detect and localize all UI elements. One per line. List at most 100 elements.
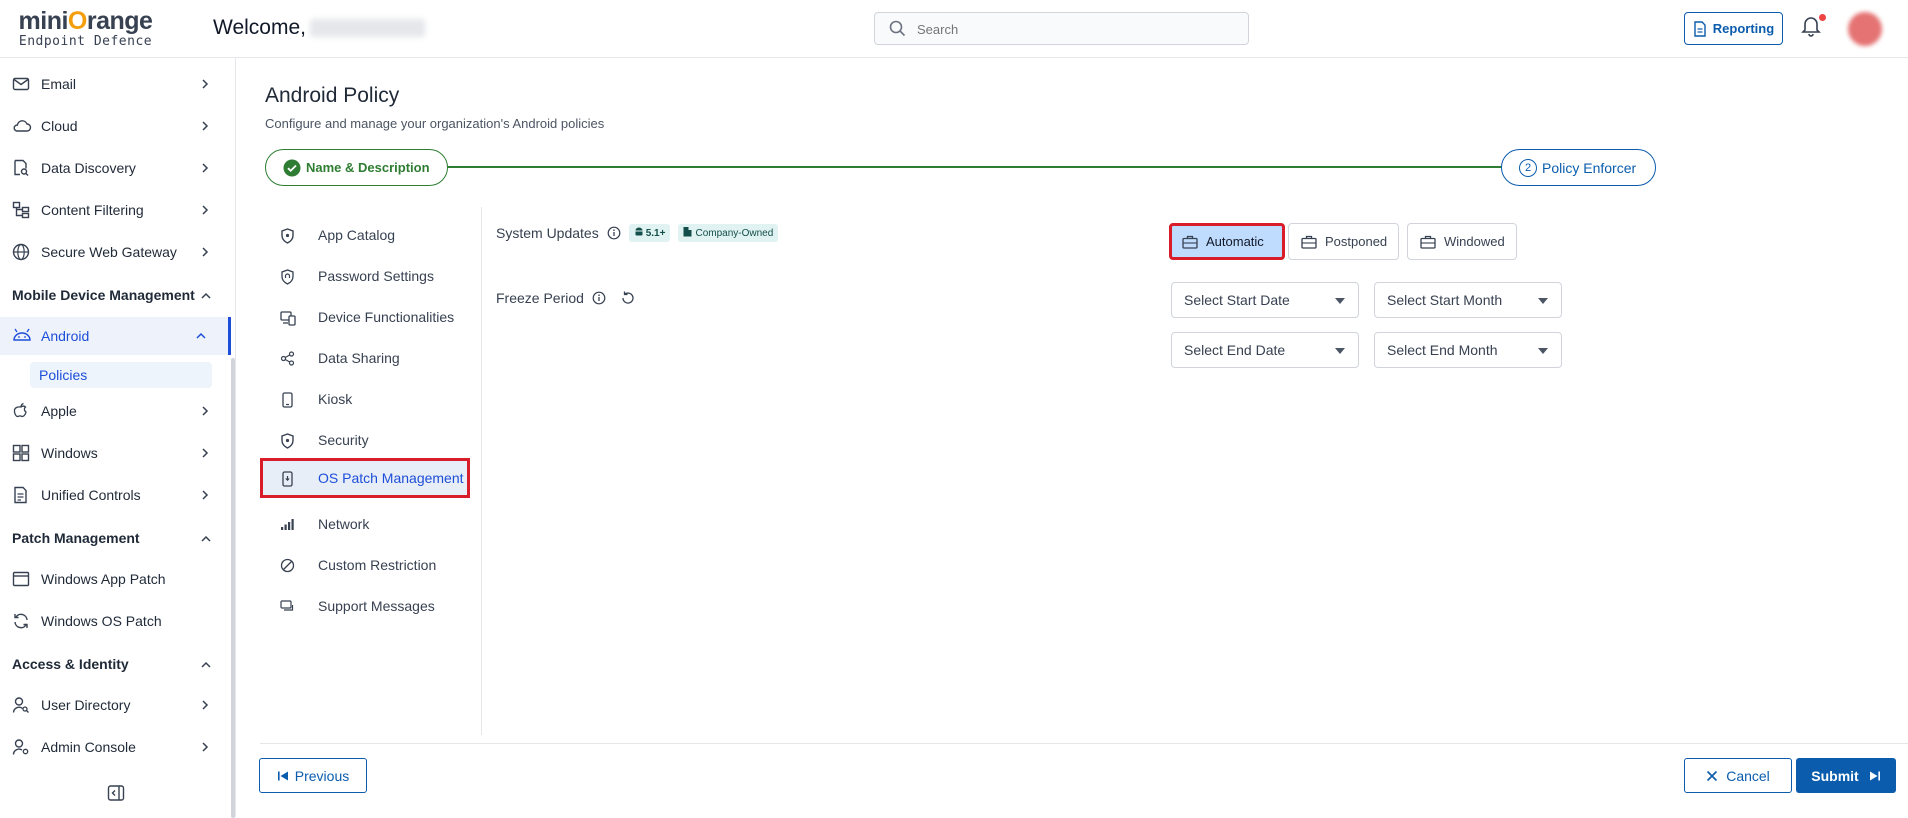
sidebar-item-user-directory[interactable]: User Directory <box>0 686 228 724</box>
briefcase-icon <box>1420 235 1436 249</box>
policy-menu-label: OS Patch Management <box>318 470 464 486</box>
policy-menu-label: Security <box>318 432 369 448</box>
sidebar-item-secure-web-gateway[interactable]: Secure Web Gateway <box>0 233 228 271</box>
select-start-month[interactable]: Select Start Month <box>1374 282 1562 318</box>
sidebar-item-admin-console[interactable]: Admin Console <box>0 728 228 766</box>
sidebar-item-label: User Directory <box>41 697 131 713</box>
policy-menu-custom-restriction[interactable]: Custom Restriction <box>260 545 470 585</box>
android-robot-icon <box>634 226 644 240</box>
section-label: Mobile Device Management <box>12 287 195 303</box>
sidebar-item-email[interactable]: Email <box>0 65 228 103</box>
sidebar-item-windows[interactable]: Windows <box>0 434 228 472</box>
select-end-date[interactable]: Select End Date <box>1171 332 1359 368</box>
search-box[interactable] <box>874 12 1249 45</box>
policy-menu-label: App Catalog <box>318 227 396 243</box>
check-circle-icon <box>283 159 301 177</box>
search-icon <box>889 20 906 37</box>
policy-menu-label: Custom Restriction <box>318 557 437 573</box>
chevron-up-icon <box>200 532 212 548</box>
step-policy-enforcer[interactable]: 2 Policy Enforcer <box>1501 149 1656 186</box>
fingerprint-icon <box>280 269 295 285</box>
sidebar-item-data-discovery[interactable]: Data Discovery <box>0 149 228 187</box>
policy-menu-label: Network <box>318 516 370 532</box>
share-icon <box>280 351 295 366</box>
section-label: Access & Identity <box>12 656 129 672</box>
chevron-up-icon <box>200 289 212 305</box>
system-updates-row: System Updates 5.1+ Company-Owned <box>496 224 779 242</box>
policy-menu-label: Password Settings <box>318 268 434 284</box>
previous-label: Previous <box>294 767 350 784</box>
policy-menu-label: Device Functionalities <box>318 309 455 325</box>
step-name-description[interactable]: Name & Description <box>265 149 448 186</box>
kiosk-icon <box>280 392 295 408</box>
version-badge-label: 5.1+ <box>645 227 666 239</box>
sidebar-item-label: Unified Controls <box>41 487 141 503</box>
info-icon[interactable] <box>607 226 621 240</box>
menu-divider <box>481 207 482 735</box>
caret-down-icon <box>1335 298 1345 304</box>
select-start-date[interactable]: Select Start Date <box>1171 282 1359 318</box>
sidebar-item-label: Email <box>41 76 77 92</box>
sidebar-item-cloud[interactable]: Cloud <box>0 107 228 145</box>
update-option-windowed[interactable]: Windowed <box>1407 223 1517 260</box>
avatar[interactable] <box>1848 12 1882 46</box>
reset-icon[interactable] <box>620 290 636 306</box>
select-placeholder: Select Start Month <box>1387 292 1503 308</box>
sidebar-item-label: Apple <box>41 403 77 419</box>
select-end-month[interactable]: Select End Month <box>1374 332 1562 368</box>
reporting-button[interactable]: Reporting <box>1684 12 1783 45</box>
previous-button[interactable]: Previous <box>259 758 367 793</box>
sidebar-item-android[interactable]: Android <box>0 317 231 355</box>
briefcase-icon <box>1301 235 1317 249</box>
policy-menu-password-settings[interactable]: Password Settings <box>260 256 470 296</box>
sidebar-subitem-policies[interactable]: Policies <box>30 362 212 388</box>
update-option-automatic[interactable]: Automatic <box>1169 223 1285 260</box>
search-input[interactable] <box>917 19 1217 39</box>
chevron-up-icon <box>200 658 212 674</box>
sidebar-item-label: Data Discovery <box>41 160 136 176</box>
section-label: Patch Management <box>12 530 140 546</box>
globe-icon <box>12 243 30 261</box>
policy-menu-device-functionalities[interactable]: Device Functionalities <box>260 297 470 337</box>
select-placeholder: Select Start Date <box>1184 292 1290 308</box>
policy-menu-security[interactable]: Security <box>260 420 470 460</box>
chevron-right-icon <box>199 119 211 136</box>
chevron-right-icon <box>199 698 211 715</box>
policy-menu-data-sharing[interactable]: Data Sharing <box>260 338 470 378</box>
step-number: 2 <box>1519 158 1537 177</box>
shield-icon <box>280 228 295 244</box>
user-directory-icon <box>12 696 30 714</box>
sidebar-item-label: Content Filtering <box>41 202 144 218</box>
page-title: Android Policy <box>265 84 400 107</box>
sidebar-section-patch-management[interactable]: Patch Management <box>12 530 211 546</box>
sidebar-item-label: Windows App Patch <box>41 571 166 587</box>
sidebar-item-apple[interactable]: Apple <box>0 392 228 430</box>
info-icon[interactable] <box>592 291 606 305</box>
bell-icon[interactable] <box>1801 15 1821 42</box>
sidebar-item-unified-controls[interactable]: Unified Controls <box>0 476 228 514</box>
sidebar-section-mdm[interactable]: Mobile Device Management <box>12 287 211 303</box>
sidebar-scrollbar[interactable] <box>231 358 235 818</box>
logo-tagline: Endpoint Defence <box>18 34 153 49</box>
policy-menu-app-catalog[interactable]: App Catalog <box>260 215 470 255</box>
sidebar-item-label: Windows OS Patch <box>41 613 162 629</box>
sidebar-section-access-identity[interactable]: Access & Identity <box>12 656 211 672</box>
policy-menu-network[interactable]: Network <box>260 504 470 544</box>
brand-logo[interactable]: miniOrange Endpoint Defence <box>18 8 153 49</box>
notification-dot <box>1819 14 1826 21</box>
cancel-button[interactable]: Cancel <box>1684 758 1792 793</box>
update-option-postponed[interactable]: Postponed <box>1288 223 1399 260</box>
policy-menu-os-patch-management[interactable]: OS Patch Management <box>260 458 470 498</box>
android-icon <box>12 327 32 343</box>
policy-menu-support-messages[interactable]: Support Messages <box>260 586 470 626</box>
reporting-label: Reporting <box>1712 21 1775 36</box>
collapse-sidebar-icon[interactable] <box>107 784 125 807</box>
admin-console-icon <box>12 738 30 756</box>
policy-menu-kiosk[interactable]: Kiosk <box>260 379 470 419</box>
phone-patch-icon <box>280 471 295 487</box>
submit-button[interactable]: Submit <box>1796 758 1896 793</box>
sidebar-item-content-filtering[interactable]: Content Filtering <box>0 191 228 229</box>
stepper-connector <box>447 166 1502 168</box>
sidebar-item-windows-app-patch[interactable]: Windows App Patch <box>0 560 228 598</box>
sidebar-item-windows-os-patch[interactable]: Windows OS Patch <box>0 602 228 640</box>
